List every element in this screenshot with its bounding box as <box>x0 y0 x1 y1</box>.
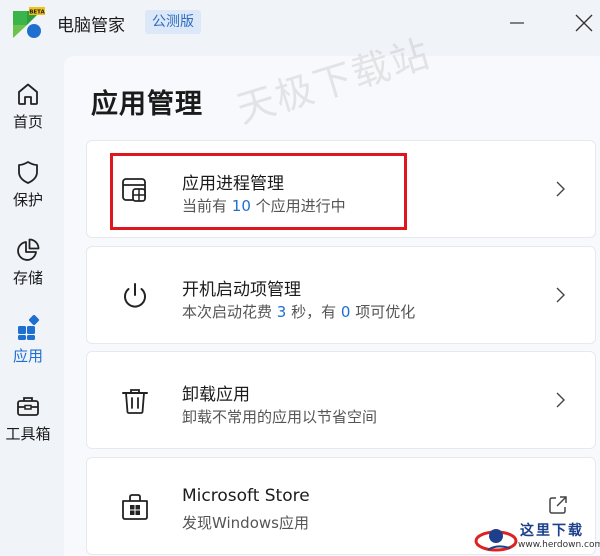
home-icon <box>18 83 38 105</box>
startup-seconds: 3 <box>276 303 287 321</box>
main-panel: 应用管理 天极下载站 应用进程管理 当前有 10 个应用进行中 开机启动项管理 … <box>64 31 600 556</box>
card-process-manager[interactable]: 应用进程管理 当前有 10 个应用进行中 <box>86 140 596 238</box>
page-title: 应用管理 <box>91 89 203 120</box>
nav-label-home: 首页 <box>12 113 43 131</box>
card-title: 卸载应用 <box>182 385 250 405</box>
apps-icon <box>18 315 40 340</box>
beta-badge: 公测版 <box>145 10 201 34</box>
corner-logo-text: 这里下载 <box>520 523 584 539</box>
card-title: 应用进程管理 <box>182 174 284 194</box>
nav-item-home[interactable]: 首页 <box>0 77 56 149</box>
sidebar: 首页 保护 存储 应用 工具箱 <box>0 48 64 556</box>
nav-item-toolbox[interactable]: 工具箱 <box>0 389 56 461</box>
toolbox-icon <box>17 397 39 416</box>
store-icon <box>122 494 148 520</box>
app-logo-icon: BETA <box>13 7 46 38</box>
chevron-right-icon <box>556 181 565 197</box>
nav-item-protect[interactable]: 保护 <box>0 155 56 227</box>
optimizable-count: 0 <box>340 303 351 321</box>
card-subtitle: 发现Windows应用 <box>182 514 309 532</box>
nav-label-protect: 保护 <box>12 191 43 209</box>
chevron-right-icon <box>556 392 565 408</box>
beta-label: BETA <box>29 10 45 16</box>
minimize-icon <box>510 22 524 24</box>
nav-item-storage[interactable]: 存储 <box>0 233 56 305</box>
card-subtitle: 本次启动花费 3 秒，有 0 项可优化 <box>182 303 416 321</box>
nav-label-apps: 应用 <box>12 347 43 365</box>
shield-icon <box>18 161 38 184</box>
card-subtitle: 当前有 10 个应用进行中 <box>182 197 346 215</box>
close-button[interactable] <box>569 8 599 38</box>
external-link-icon <box>549 496 567 514</box>
minimize-button[interactable] <box>502 8 532 38</box>
close-icon <box>575 14 593 32</box>
card-uninstall[interactable]: 卸载应用 卸载不常用的应用以节省空间 <box>86 351 596 449</box>
card-title: Microsoft Store <box>182 486 310 506</box>
nav-item-apps[interactable]: 应用 <box>0 311 56 383</box>
corner-logo-url: www.herdown.com <box>518 540 600 550</box>
app-title: 电脑管家 <box>57 16 125 36</box>
card-title: 开机启动项管理 <box>182 280 301 300</box>
card-startup-manager[interactable]: 开机启动项管理 本次启动花费 3 秒，有 0 项可优化 <box>86 246 596 344</box>
power-icon <box>124 283 146 308</box>
trash-icon <box>122 389 148 414</box>
nav-label-toolbox: 工具箱 <box>5 425 51 443</box>
pie-chart-icon <box>17 238 40 261</box>
running-app-count: 10 <box>231 197 251 215</box>
title-bar: BETA 电脑管家 公测版 <box>0 0 600 48</box>
app-window-icon <box>122 178 146 202</box>
chevron-right-icon <box>556 287 565 303</box>
nav-label-storage: 存储 <box>12 269 43 287</box>
card-subtitle: 卸载不常用的应用以节省空间 <box>182 408 378 426</box>
